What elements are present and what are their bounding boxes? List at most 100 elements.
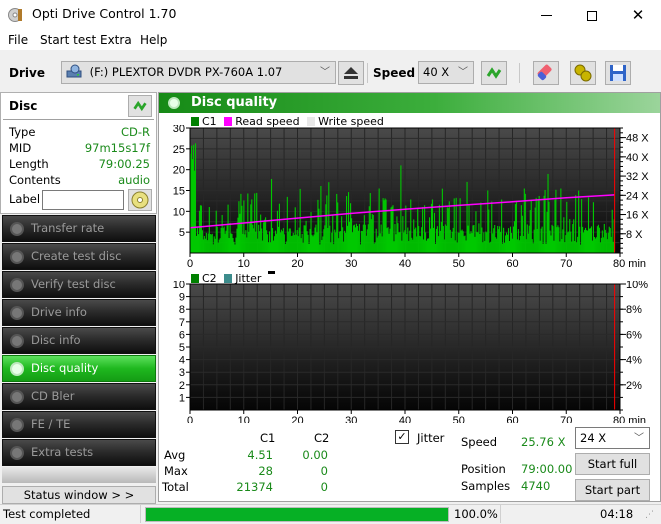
start-full-button[interactable]: Start full bbox=[575, 453, 650, 475]
c1-bar bbox=[534, 207, 536, 253]
c1-bar bbox=[481, 227, 483, 253]
c1-bar bbox=[337, 202, 339, 253]
disc-icon bbox=[10, 362, 24, 376]
nav-disc-quality[interactable]: Disc quality bbox=[2, 355, 156, 382]
c1-bar bbox=[483, 232, 485, 253]
y2-tick-label: 8 X bbox=[626, 229, 643, 241]
c1-bar bbox=[306, 231, 308, 253]
disc-label-button[interactable] bbox=[128, 189, 152, 211]
refresh-button[interactable] bbox=[481, 61, 507, 85]
c1-bar bbox=[231, 233, 233, 253]
c1-bar bbox=[383, 200, 385, 253]
c1-bar bbox=[371, 214, 373, 253]
c1-bar bbox=[419, 235, 421, 253]
menu-start-test[interactable]: Start test bbox=[40, 33, 96, 47]
menu-extra[interactable]: Extra bbox=[100, 33, 132, 47]
c1-bar bbox=[394, 224, 396, 253]
minimize-button[interactable] bbox=[523, 0, 569, 30]
menu-help[interactable]: Help bbox=[140, 33, 167, 47]
c1-bar bbox=[508, 241, 511, 253]
c1-bar bbox=[596, 226, 598, 253]
c1-bar bbox=[236, 228, 238, 253]
c1-bar bbox=[575, 195, 577, 253]
c1-bar bbox=[322, 236, 324, 253]
speed-select[interactable]: 40 X ﹀ bbox=[418, 61, 474, 84]
c1-bar bbox=[256, 192, 258, 253]
c1-bar bbox=[232, 238, 234, 253]
x-tick-label: 50 bbox=[453, 415, 465, 423]
c1-bar bbox=[413, 219, 415, 253]
c1-bar bbox=[223, 226, 225, 253]
c1-bar bbox=[509, 226, 512, 253]
c1-bar bbox=[438, 204, 440, 253]
c1-bar bbox=[279, 232, 281, 253]
c1-bar bbox=[198, 210, 200, 253]
c1-bar bbox=[209, 234, 211, 253]
c1-bar bbox=[262, 240, 264, 253]
c1-bar bbox=[408, 240, 410, 253]
c1-bar bbox=[217, 242, 219, 253]
nav-label: Disc info bbox=[31, 333, 81, 347]
nav-extra-tests[interactable]: Extra tests bbox=[2, 439, 156, 466]
save-button[interactable] bbox=[605, 61, 631, 85]
menu-file[interactable]: File bbox=[8, 33, 28, 47]
c1-bar bbox=[350, 218, 353, 253]
test-speed-value: 24 X bbox=[580, 431, 607, 445]
c1-bar bbox=[300, 238, 302, 253]
settings-button[interactable] bbox=[570, 61, 596, 85]
c1-bar bbox=[196, 227, 199, 253]
c1-bar bbox=[331, 232, 333, 253]
c1-bar bbox=[469, 233, 471, 253]
disc-refresh-button[interactable] bbox=[128, 95, 152, 117]
eject-button[interactable] bbox=[338, 61, 364, 85]
c1-bar bbox=[335, 232, 337, 253]
c1-bar bbox=[399, 232, 401, 253]
c1-bar bbox=[443, 239, 445, 253]
status-window-button[interactable]: Status window > > bbox=[2, 486, 156, 504]
c1-bar bbox=[194, 143, 197, 253]
nav-verify-test-disc[interactable]: Verify test disc bbox=[2, 271, 156, 298]
disc-label-input[interactable] bbox=[42, 190, 124, 210]
jitter-label: Jitter bbox=[417, 431, 445, 445]
c1-bar bbox=[382, 198, 384, 253]
nav-cd-bler[interactable]: CD Bler bbox=[2, 383, 156, 410]
test-speed-select[interactable]: 24 X ﹀ bbox=[575, 427, 650, 449]
c1-bar bbox=[482, 242, 484, 253]
maximize-button[interactable] bbox=[569, 0, 615, 30]
c1-bar bbox=[559, 241, 561, 253]
c1-bar bbox=[437, 236, 439, 253]
c1-bar bbox=[301, 233, 303, 253]
close-button[interactable]: ✕ bbox=[615, 0, 661, 30]
c1-bar bbox=[268, 242, 270, 253]
erase-button[interactable] bbox=[533, 61, 559, 85]
c1-bar bbox=[491, 201, 493, 253]
nav-transfer-rate[interactable]: Transfer rate bbox=[2, 215, 156, 242]
c1-bar bbox=[190, 145, 193, 253]
c1-bar bbox=[563, 217, 565, 253]
nav-create-test-disc[interactable]: Create test disc bbox=[2, 243, 156, 270]
y2-tick-label: 10% bbox=[626, 281, 648, 291]
resize-grip-icon[interactable]: ⋰ bbox=[645, 510, 657, 522]
nav-disc-info[interactable]: Disc info bbox=[2, 327, 156, 354]
y2-tick-label: 4% bbox=[626, 355, 642, 367]
disc-icon bbox=[10, 446, 24, 460]
c1-bar bbox=[352, 225, 355, 253]
c1-bar bbox=[587, 197, 590, 253]
disc-length-value: 79:00.25 bbox=[98, 157, 150, 171]
c1-bar bbox=[391, 206, 393, 253]
jitter-checkbox[interactable]: ✓ bbox=[395, 430, 409, 444]
c1-bar bbox=[588, 228, 591, 253]
y2-tick-label: 16 X bbox=[626, 210, 649, 222]
c1-bar bbox=[565, 235, 567, 253]
drive-select[interactable]: (F:) PLEXTOR DVDR PX-760A 1.07 ﹀ bbox=[61, 61, 336, 84]
c1-bar bbox=[378, 188, 380, 253]
start-part-button[interactable]: Start part bbox=[575, 479, 650, 501]
disc-title: Disc bbox=[9, 99, 38, 113]
c1-bar bbox=[514, 204, 516, 253]
c1-bar bbox=[397, 223, 399, 253]
check-icon: ✓ bbox=[397, 430, 407, 443]
c1-bar bbox=[571, 241, 573, 253]
nav-fe-te[interactable]: FE / TE bbox=[2, 411, 156, 438]
nav-drive-info[interactable]: Drive info bbox=[2, 299, 156, 326]
c1-bar bbox=[210, 234, 212, 253]
